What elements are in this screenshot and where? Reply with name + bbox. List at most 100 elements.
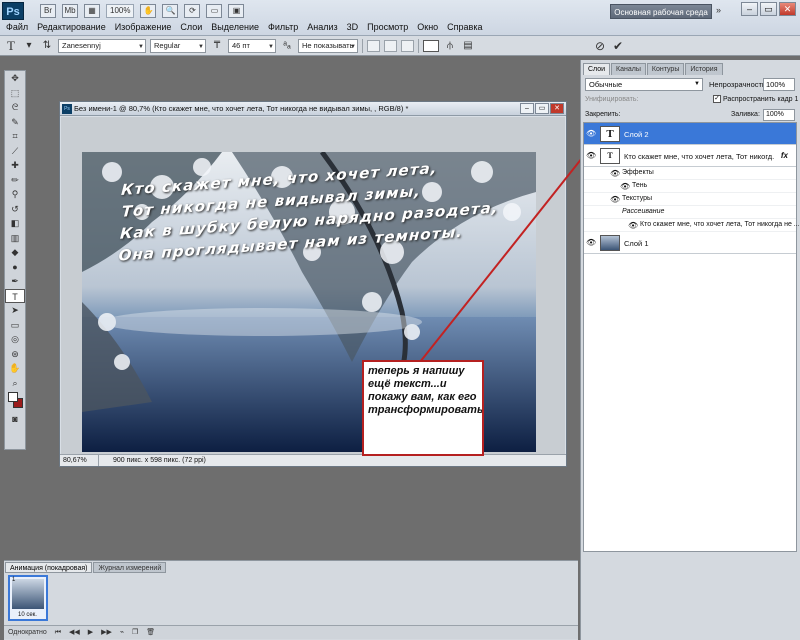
3d-orbit-tool-icon[interactable]: ⊛ bbox=[5, 347, 25, 362]
document-close-button[interactable]: ✕ bbox=[550, 103, 564, 114]
menu-filter[interactable]: Фильтр bbox=[268, 22, 298, 32]
tool-preset-arrow-icon[interactable]: ▾ bbox=[22, 39, 36, 53]
menu-layers[interactable]: Слои bbox=[180, 22, 202, 32]
frame-delay[interactable]: 10 сек. bbox=[18, 612, 37, 618]
marquee-tool-icon[interactable]: ⬚ bbox=[5, 86, 25, 101]
foreground-color[interactable] bbox=[8, 392, 18, 402]
pen-tool-icon[interactable]: ✒ bbox=[5, 274, 25, 289]
first-frame-icon[interactable]: ⏮ bbox=[55, 626, 61, 640]
visibility-eye-icon[interactable]: 👁 bbox=[586, 238, 596, 247]
color-swatches[interactable] bbox=[5, 390, 25, 412]
visibility-eye-icon[interactable]: 👁 bbox=[628, 221, 638, 230]
menu-analysis[interactable]: Анализ bbox=[307, 22, 337, 32]
warp-text-icon[interactable]: ⫛ bbox=[443, 39, 457, 53]
quick-select-tool-icon[interactable]: ✎ bbox=[5, 115, 25, 130]
tab-history[interactable]: История bbox=[685, 63, 723, 75]
align-right-icon[interactable] bbox=[401, 39, 414, 52]
tab-measurement-log[interactable]: Журнал измерений bbox=[93, 562, 167, 573]
opacity-input[interactable]: 100% bbox=[763, 78, 795, 91]
menu-help[interactable]: Справка bbox=[447, 22, 482, 32]
prev-frame-icon[interactable]: ◀◀ bbox=[69, 626, 80, 640]
maximize-button[interactable]: ▭ bbox=[760, 2, 777, 16]
bridge-icon[interactable]: Br bbox=[40, 4, 56, 18]
fill-input[interactable]: 100% bbox=[763, 109, 795, 121]
layer-item[interactable]: 👁 T Кто скажет мне, что хочет лета, Тот … bbox=[584, 145, 796, 167]
tween-icon[interactable]: ⌁ bbox=[120, 626, 124, 640]
layer-item[interactable]: 👁 Слой 1 bbox=[584, 232, 796, 254]
layer-item[interactable]: 👁 T Слой 2 bbox=[584, 123, 796, 145]
path-select-tool-icon[interactable]: ➤ bbox=[5, 303, 25, 318]
antialias-select[interactable]: Не показывать ▼ bbox=[298, 38, 358, 53]
zoom-icon[interactable]: 🔍 bbox=[162, 4, 179, 18]
workspace-expand-icon[interactable]: » bbox=[716, 5, 721, 15]
view-extras-icon[interactable]: ▦ bbox=[84, 4, 100, 18]
menu-3d[interactable]: 3D bbox=[347, 22, 359, 32]
visibility-eye-icon[interactable]: 👁 bbox=[610, 169, 620, 178]
arrange-documents-icon[interactable]: ▭ bbox=[206, 4, 223, 18]
blur-tool-icon[interactable]: ◆ bbox=[5, 245, 25, 260]
quick-mask-icon[interactable]: ◙ bbox=[5, 412, 25, 427]
document-minimize-button[interactable]: – bbox=[520, 103, 534, 114]
character-panel-icon[interactable]: ▤ bbox=[461, 39, 475, 53]
font-family-select[interactable]: Zanesennyj ▼ bbox=[58, 38, 146, 53]
align-center-icon[interactable] bbox=[384, 39, 397, 52]
status-zoom[interactable]: 80,67% bbox=[63, 455, 99, 466]
scatter-item-row[interactable]: 👁 Кто скажет мне, что хочет лета, Тот ни… bbox=[584, 219, 800, 232]
tab-animation[interactable]: Анимация (покадровая) bbox=[5, 562, 93, 573]
menu-window[interactable]: Окно bbox=[417, 22, 438, 32]
tab-layers[interactable]: Слои bbox=[583, 63, 611, 75]
history-brush-tool-icon[interactable]: ↺ bbox=[5, 202, 25, 217]
font-size-select[interactable]: 46 пт ▼ bbox=[228, 38, 276, 53]
hand-tool-icon[interactable]: ✋ bbox=[5, 361, 25, 376]
toggle-orientation-icon[interactable]: ⇅ bbox=[40, 39, 54, 53]
minimize-button[interactable]: – bbox=[741, 2, 758, 16]
font-style-select[interactable]: Regular ▼ bbox=[150, 38, 206, 53]
move-tool-icon[interactable]: ✥ bbox=[5, 71, 25, 86]
shape-tool-icon[interactable]: ▭ bbox=[5, 318, 25, 333]
propagate-frame-checkbox[interactable]: ✓ Распространить кадр 1 bbox=[713, 95, 798, 103]
visibility-eye-icon[interactable]: 👁 bbox=[586, 129, 596, 138]
effect-shadow-row[interactable]: 👁 Тень bbox=[584, 180, 796, 193]
canvas-area[interactable]: Кто скажет мне, что хочет лета, Тот нико… bbox=[61, 117, 565, 455]
delete-frame-icon[interactable]: 🗑 bbox=[146, 626, 155, 640]
align-left-icon[interactable] bbox=[367, 39, 380, 52]
eyedropper-tool-icon[interactable]: ⟋ bbox=[5, 144, 25, 159]
crop-tool-icon[interactable]: ⌗ bbox=[5, 129, 25, 144]
menu-file[interactable]: Файл bbox=[6, 22, 28, 32]
close-button[interactable]: ✕ bbox=[779, 2, 796, 16]
text-color-swatch[interactable] bbox=[423, 39, 439, 52]
workspace-button[interactable]: Основная рабочая среда bbox=[610, 4, 712, 19]
zoom-level-select[interactable]: 100% bbox=[106, 4, 135, 18]
hand-icon[interactable]: ✋ bbox=[140, 4, 157, 18]
document-title-bar[interactable]: Ps Без имени-1 @ 80,7% (Кто скажет мне, … bbox=[60, 102, 566, 116]
visibility-eye-icon[interactable]: 👁 bbox=[586, 151, 596, 160]
menu-select[interactable]: Выделение bbox=[211, 22, 259, 32]
animation-frame[interactable]: 1 10 сек. bbox=[8, 575, 48, 621]
commit-icon[interactable]: ✔ bbox=[611, 39, 625, 53]
effects-row[interactable]: 👁 Эффекты bbox=[584, 167, 796, 180]
rotate-view-icon[interactable]: ⟳ bbox=[184, 4, 201, 18]
status-doc-info[interactable]: 900 пикс. x 598 пикс. (72 ppi) bbox=[113, 455, 206, 466]
menu-view[interactable]: Просмотр bbox=[367, 22, 408, 32]
cancel-icon[interactable]: ⊘ bbox=[593, 39, 607, 53]
scatter-row[interactable]: Рассеивание bbox=[584, 206, 796, 219]
visibility-eye-icon[interactable]: 👁 bbox=[610, 195, 620, 204]
screen-mode-icon[interactable]: ▣ bbox=[228, 4, 245, 18]
duplicate-frame-icon[interactable]: ❐ bbox=[132, 626, 138, 640]
tab-paths[interactable]: Контуры bbox=[646, 63, 685, 75]
next-frame-icon[interactable]: ▶▶ bbox=[101, 626, 112, 640]
gradient-tool-icon[interactable]: ▥ bbox=[5, 231, 25, 246]
tab-channels[interactable]: Каналы bbox=[611, 63, 646, 75]
blend-mode-select[interactable]: Обычные ▼ bbox=[585, 78, 703, 91]
brush-tool-icon[interactable]: ✏ bbox=[5, 173, 25, 188]
zoom-tool-icon[interactable]: ⌕ bbox=[5, 376, 25, 391]
textures-row[interactable]: 👁 Текстуры bbox=[584, 193, 796, 206]
play-icon[interactable]: ▶ bbox=[88, 626, 93, 640]
eraser-tool-icon[interactable]: ◧ bbox=[5, 216, 25, 231]
clone-stamp-tool-icon[interactable]: ⚲ bbox=[5, 187, 25, 202]
type-tool-icon[interactable]: T bbox=[5, 288, 25, 303]
visibility-eye-icon[interactable]: 👁 bbox=[620, 182, 630, 191]
menu-edit[interactable]: Редактирование bbox=[37, 22, 106, 32]
3d-rotate-tool-icon[interactable]: ◎ bbox=[5, 332, 25, 347]
lasso-tool-icon[interactable]: ᘓ bbox=[5, 100, 25, 115]
